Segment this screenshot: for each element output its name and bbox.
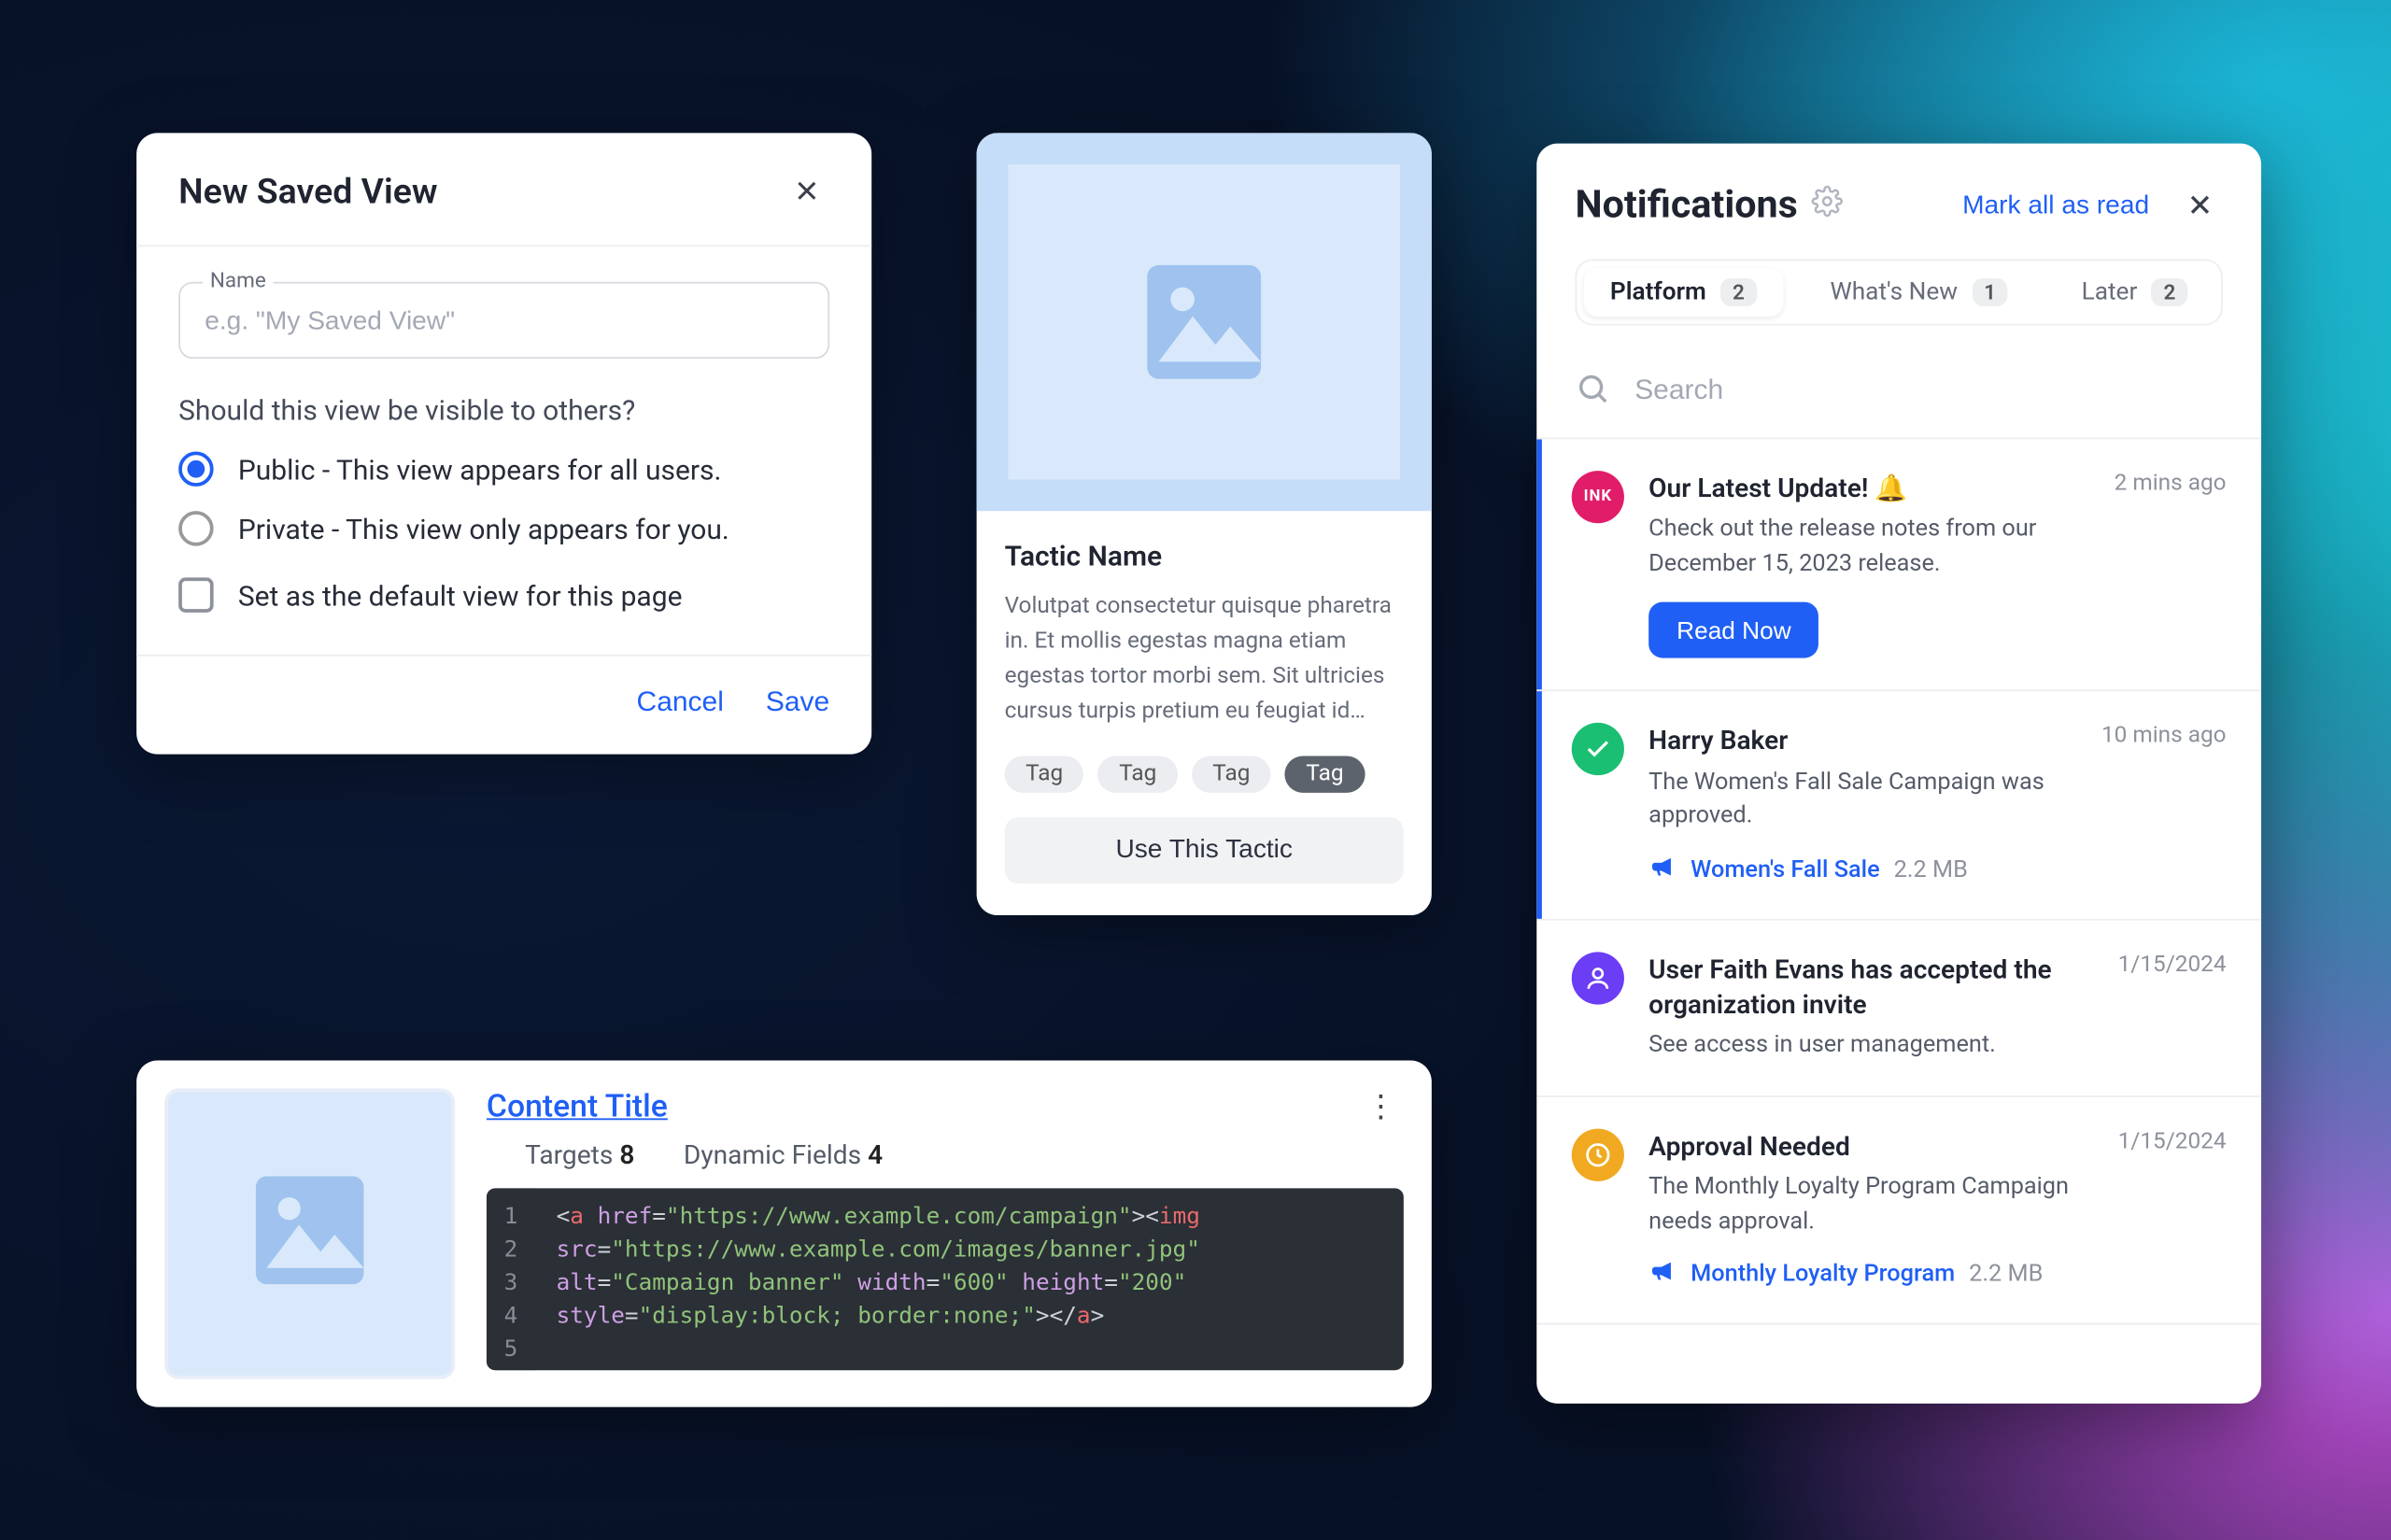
notifications-panel: Notifications Mark all as read Platform … <box>1536 144 2261 1404</box>
notification-message: See access in user management. <box>1648 1029 2086 1064</box>
tab-whats-new[interactable]: What's New 1 <box>1804 268 2034 317</box>
checkbox-unchecked-icon <box>178 577 213 612</box>
clock-icon <box>1572 1128 1624 1180</box>
tab-later[interactable]: Later 2 <box>2056 268 2214 317</box>
attachment-name: Monthly Loyalty Program <box>1691 1261 1955 1289</box>
attachment[interactable]: Women's Fall Sale 2.2 MB <box>1648 852 2226 886</box>
image-placeholder-icon <box>245 1166 375 1302</box>
saved-view-modal: New Saved View Name Should this view be … <box>136 133 871 754</box>
tab-label: Later <box>2082 278 2138 306</box>
panel-title: Notifications <box>1575 183 1797 227</box>
tag[interactable]: Tag <box>1005 756 1084 792</box>
name-label: Name <box>203 268 273 292</box>
notification-title: Harry Baker <box>1648 724 1788 759</box>
targets-value: 8 <box>619 1139 634 1171</box>
code-content: <a href="https://www.example.com/campaig… <box>535 1188 1221 1370</box>
tag[interactable]: Tag <box>1192 756 1271 792</box>
private-radio[interactable]: Private - This view only appears for you… <box>178 511 829 545</box>
search-input[interactable] <box>1634 376 2223 408</box>
user-icon <box>1572 952 1624 1004</box>
attachment[interactable]: Monthly Loyalty Program 2.2 MB <box>1648 1257 2226 1292</box>
notifications-list[interactable]: INK Our Latest Update! 🔔 2 mins ago Chec… <box>1536 439 2261 1403</box>
default-view-checkbox[interactable]: Set as the default view for this page <box>178 577 829 612</box>
attachment-size: 2.2 MB <box>1894 855 1968 883</box>
tab-badge: 2 <box>2151 278 2187 306</box>
notification-item[interactable]: INK Our Latest Update! 🔔 2 mins ago Chec… <box>1536 439 2261 692</box>
line-numbers: 123456 <box>487 1188 535 1370</box>
notification-item[interactable]: Approval Needed 1/15/2024 The Monthly Lo… <box>1536 1097 2261 1325</box>
notification-message: Check out the release notes from our Dec… <box>1648 514 2086 582</box>
notification-time: 1/15/2024 <box>2118 1128 2227 1164</box>
gear-icon[interactable] <box>1812 186 1844 224</box>
visibility-question: Should this view be visible to others? <box>178 394 829 428</box>
notification-message: The Monthly Loyalty Program Campaign nee… <box>1648 1171 2086 1239</box>
tag-list: Tag Tag Tag Tag <box>1005 756 1404 792</box>
modal-title: New Saved View <box>178 170 437 212</box>
megaphone-icon <box>1648 852 1677 886</box>
tactic-description: Volutpat consectetur quisque pharetra in… <box>1005 589 1404 730</box>
save-button[interactable]: Save <box>766 687 829 719</box>
notification-title: Approval Needed <box>1648 1128 1850 1164</box>
tab-label: What's New <box>1830 278 1958 306</box>
tab-label: Platform <box>1610 278 1706 306</box>
search-bar <box>1536 354 2261 440</box>
targets-label: Targets <box>525 1139 613 1171</box>
close-icon[interactable] <box>784 168 829 214</box>
attachment-size: 2.2 MB <box>1969 1261 2043 1289</box>
avatar: INK <box>1572 471 1624 523</box>
kebab-icon[interactable]: ⋮ <box>1358 1098 1404 1116</box>
notification-title: Our Latest Update! 🔔 <box>1648 471 1907 506</box>
search-icon <box>1575 371 1609 413</box>
notification-time: 1/15/2024 <box>2118 952 2227 1023</box>
content-stats: Targets 8 Dynamic Fields 4 <box>487 1139 1404 1171</box>
read-now-button[interactable]: Read Now <box>1648 602 1818 658</box>
notification-title: User Faith Evans has accepted the organi… <box>1648 952 2069 1023</box>
tactic-name: Tactic Name <box>1005 539 1404 572</box>
content-card: Content Title ⋮ Targets 8 Dynamic Fields… <box>136 1061 1432 1407</box>
notification-item[interactable]: User Faith Evans has accepted the organi… <box>1536 920 2261 1096</box>
cancel-button[interactable]: Cancel <box>637 687 724 719</box>
close-icon[interactable] <box>2177 182 2223 228</box>
public-label: Public - This view appears for all users… <box>238 452 722 486</box>
image-placeholder-icon <box>1136 254 1272 390</box>
radio-checked-icon <box>178 451 213 486</box>
attachment-name: Women's Fall Sale <box>1691 855 1880 883</box>
tag[interactable]: Tag <box>1098 756 1178 792</box>
dynamic-fields-value: 4 <box>868 1139 883 1171</box>
notification-message: The Women's Fall Sale Campaign was appro… <box>1648 766 2086 834</box>
tab-badge: 2 <box>1720 278 1757 306</box>
dynamic-fields-label: Dynamic Fields <box>684 1139 861 1171</box>
megaphone-icon <box>1648 1257 1677 1292</box>
view-name-input[interactable] <box>178 282 829 359</box>
check-icon <box>1572 724 1624 776</box>
notification-item[interactable]: Harry Baker 10 mins ago The Women's Fall… <box>1536 692 2261 920</box>
tactic-image-frame <box>977 133 1432 511</box>
private-label: Private - This view only appears for you… <box>238 512 729 545</box>
tactic-card: Tactic Name Volutpat consectetur quisque… <box>977 133 1432 914</box>
tab-badge: 1 <box>1972 278 2008 306</box>
content-thumbnail <box>164 1089 455 1379</box>
notification-time: 10 mins ago <box>2101 724 2227 759</box>
public-radio[interactable]: Public - This view appears for all users… <box>178 451 829 486</box>
code-block[interactable]: 123456 <a href="https://www.example.com/… <box>487 1188 1404 1370</box>
tabs: Platform 2 What's New 1 Later 2 <box>1575 259 2222 325</box>
mark-all-read-button[interactable]: Mark all as read <box>1962 190 2149 219</box>
default-view-label: Set as the default view for this page <box>238 578 683 612</box>
notification-time: 2 mins ago <box>2115 471 2227 506</box>
tab-platform[interactable]: Platform 2 <box>1584 268 1783 317</box>
radio-unchecked-icon <box>178 511 213 545</box>
use-tactic-button[interactable]: Use This Tactic <box>1005 816 1404 883</box>
content-title-link[interactable]: Content Title <box>487 1089 668 1125</box>
tag-selected[interactable]: Tag <box>1285 756 1365 792</box>
